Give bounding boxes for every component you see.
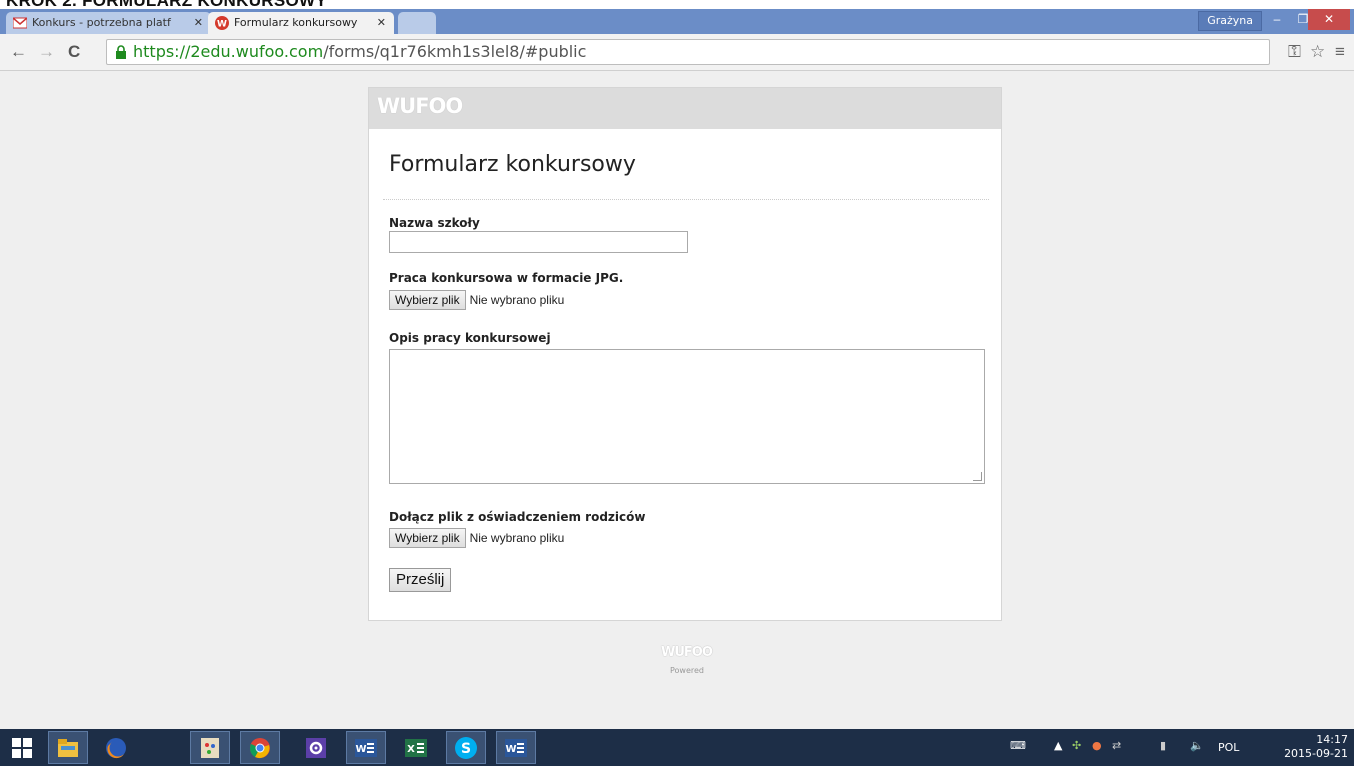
excel-icon[interactable]: X: [396, 731, 436, 764]
new-tab-button[interactable]: [398, 12, 436, 34]
browser-toolbar: ← → C https://2edu.wufoo.com/forms/q1r76…: [0, 34, 1354, 71]
school-name-input[interactable]: [389, 231, 688, 253]
menu-icon[interactable]: ≡: [1335, 42, 1345, 62]
clock-time: 14:17: [1316, 733, 1348, 746]
svg-text:W: W: [217, 20, 227, 30]
key-icon[interactable]: ⚿: [1288, 42, 1301, 62]
word-icon[interactable]: W: [346, 731, 386, 764]
svg-text:S: S: [461, 741, 471, 757]
page-content: WUFOO Formularz konkursowy Nazwa szkoły …: [0, 71, 1354, 729]
sync-icon[interactable]: ⇄: [1112, 739, 1121, 776]
antivirus-icon[interactable]: ●: [1092, 739, 1102, 776]
taskbar: W X S W ⌨ ▲ ✣ ● ⇄ ▮ 🔈 POL 14:17 2015-09-…: [0, 729, 1354, 766]
svg-text:X: X: [407, 744, 415, 755]
footer-wufoo-logo[interactable]: WUFOO: [661, 645, 713, 660]
divider: [383, 199, 989, 200]
clock-date: 2015-09-21: [1284, 747, 1348, 760]
skype-icon[interactable]: S: [446, 731, 486, 764]
profile-badge[interactable]: Grażyna: [1198, 11, 1262, 31]
minimize-icon[interactable]: –: [1264, 9, 1290, 30]
consent-file-label: Dołącz plik z oświadczeniem rodziców: [389, 510, 646, 524]
signal-icon[interactable]: ▮: [1160, 739, 1166, 776]
tab-title: Formularz konkursowy: [234, 16, 358, 29]
window-close-icon[interactable]: ✕: [1308, 9, 1350, 30]
settings-icon[interactable]: [296, 731, 336, 764]
consent-file-field: Wybierz plik Nie wybrano pliku: [389, 528, 564, 548]
work-file-field: Wybierz plik Nie wybrano pliku: [389, 290, 564, 310]
form-card: WUFOO Formularz konkursowy Nazwa szkoły …: [368, 87, 1002, 621]
resize-handle[interactable]: [973, 472, 982, 481]
svg-text:W: W: [505, 744, 516, 755]
work-file-label: Praca konkursowa w formacie JPG.: [389, 271, 624, 285]
school-name-label: Nazwa szkoły: [389, 216, 480, 230]
windows-start-icon[interactable]: [2, 731, 42, 764]
firefox-icon[interactable]: [96, 731, 136, 764]
star-icon[interactable]: ☆: [1310, 42, 1325, 62]
svg-text:W: W: [355, 744, 366, 755]
powered-text: Powered: [670, 666, 705, 675]
choose-consent-file-button[interactable]: Wybierz plik: [389, 528, 466, 548]
tab-strip: Konkurs - potrzebna platf ✕ W Formularz …: [0, 9, 1354, 34]
language-indicator[interactable]: POL: [1218, 741, 1239, 778]
form-header: WUFOO: [369, 88, 1001, 129]
tab-gmail[interactable]: Konkurs - potrzebna platf ✕: [6, 12, 211, 34]
form-title: Formularz konkursowy: [389, 152, 636, 177]
wufoo-logo[interactable]: WUFOO: [377, 94, 463, 118]
chrome-icon[interactable]: [240, 731, 280, 764]
keyboard-icon[interactable]: ⌨: [1010, 739, 1026, 776]
paint-icon[interactable]: [190, 731, 230, 764]
volume-icon[interactable]: 🔈: [1190, 739, 1204, 776]
word-icon[interactable]: W: [496, 731, 536, 764]
back-icon[interactable]: ←: [10, 42, 27, 62]
address-bar[interactable]: https://2edu.wufoo.com/forms/q1r76kmh1s3…: [106, 39, 1270, 65]
clock[interactable]: 14:17 2015-09-21: [1284, 733, 1348, 761]
lock-icon: [116, 45, 126, 59]
forward-icon[interactable]: →: [38, 42, 55, 62]
network-icon[interactable]: ✣: [1072, 739, 1081, 776]
work-file-status: Nie wybrano pliku: [469, 293, 565, 307]
file-explorer-icon[interactable]: [48, 731, 88, 764]
close-icon[interactable]: ✕: [377, 12, 386, 34]
choose-work-file-button[interactable]: Wybierz plik: [389, 290, 466, 310]
document-heading: KROK 2. FORMULARZ KONKURSOWY: [6, 0, 327, 10]
description-label: Opis pracy konkursowej: [389, 331, 551, 345]
tray-expand-icon[interactable]: ▲: [1054, 739, 1062, 776]
tab-title: Konkurs - potrzebna platf: [32, 16, 171, 29]
description-textarea[interactable]: [389, 349, 985, 484]
gmail-icon: [13, 17, 27, 29]
submit-button[interactable]: Prześlij: [389, 568, 452, 592]
tab-formularz[interactable]: W Formularz konkursowy ✕: [208, 12, 394, 34]
close-icon[interactable]: ✕: [194, 12, 203, 34]
wufoo-icon: W: [215, 16, 229, 30]
reload-icon[interactable]: C: [68, 42, 80, 62]
consent-file-status: Nie wybrano pliku: [469, 531, 565, 545]
url-text: https://2edu.wufoo.com/forms/q1r76kmh1s3…: [133, 42, 587, 61]
